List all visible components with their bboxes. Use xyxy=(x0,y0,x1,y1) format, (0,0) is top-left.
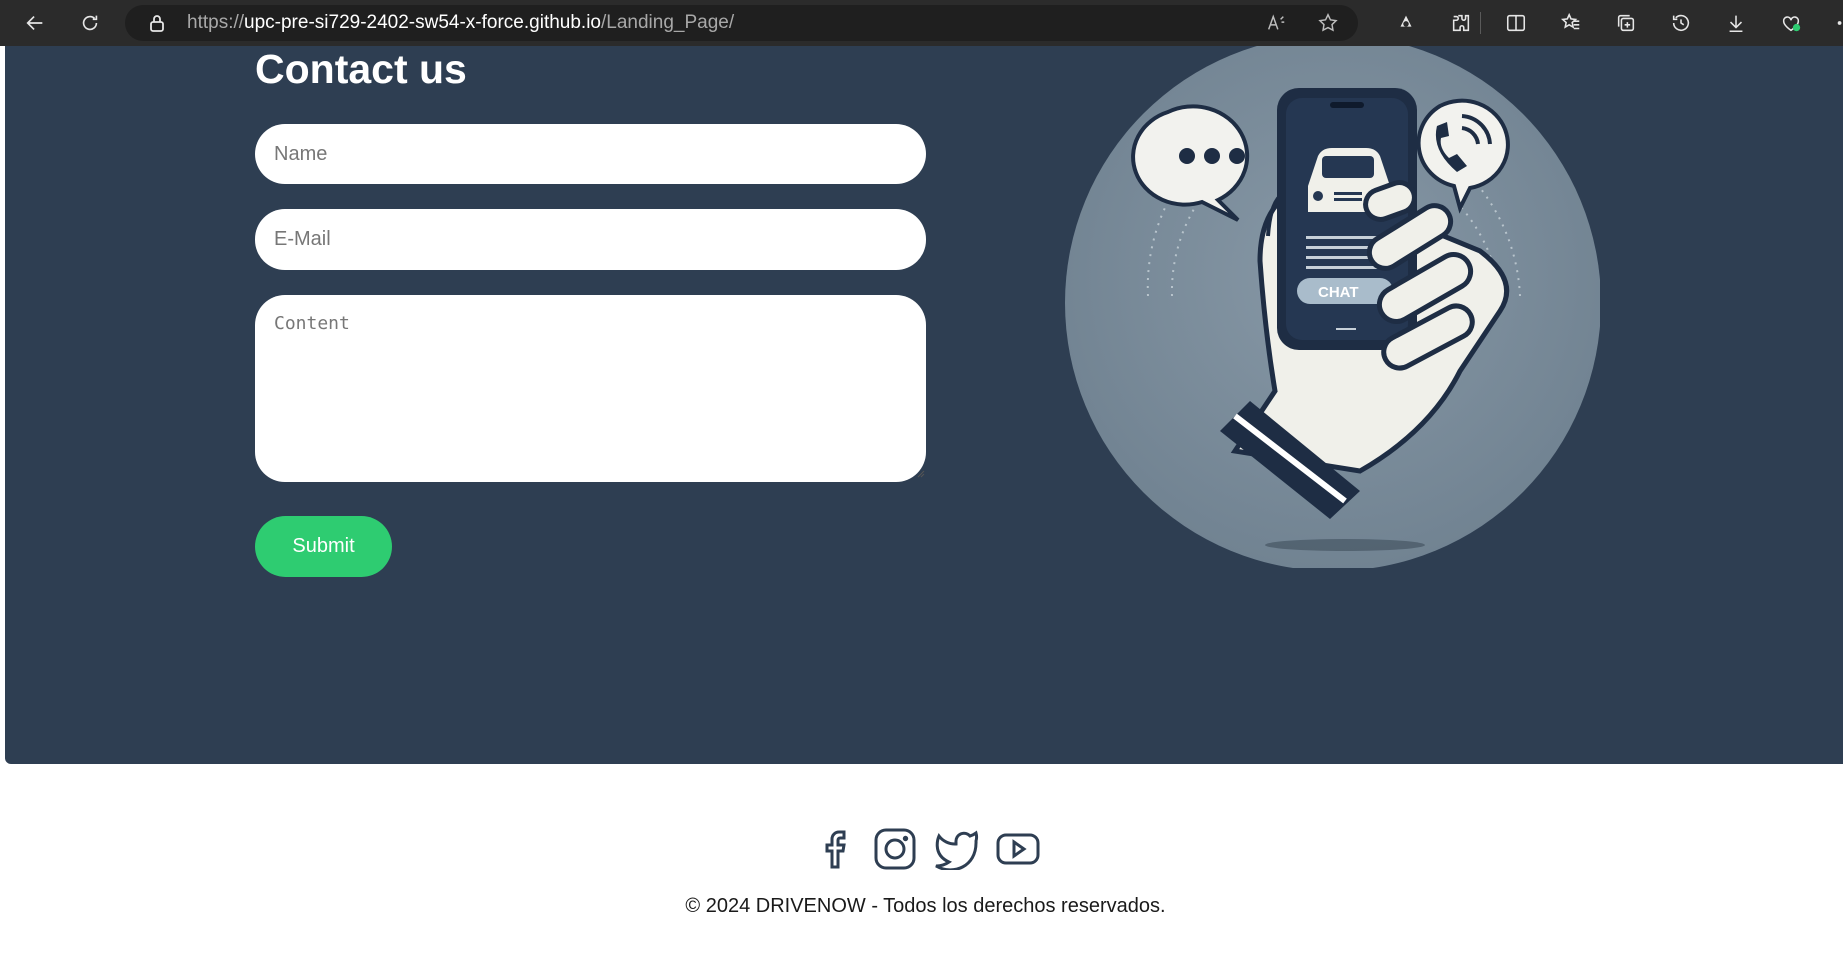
reload-icon[interactable] xyxy=(72,5,108,41)
downloads-icon[interactable] xyxy=(1708,9,1763,37)
chat-label: CHAT xyxy=(1318,284,1359,301)
email-input[interactable] xyxy=(255,209,926,270)
split-screen-icon[interactable] xyxy=(1488,9,1543,37)
read-aloud-icon[interactable] xyxy=(1264,11,1288,35)
toolbar-divider xyxy=(1480,12,1481,34)
browser-essentials-icon[interactable] xyxy=(1763,9,1818,37)
contact-title: Contact us xyxy=(255,46,467,92)
more-options-icon[interactable] xyxy=(1818,9,1843,37)
footer: © 2024 DRIVENOW - Todos los derechos res… xyxy=(0,764,1843,962)
lock-icon[interactable] xyxy=(147,13,167,33)
favorite-star-icon[interactable] xyxy=(1316,11,1340,35)
extension-shield-icon[interactable] xyxy=(1378,9,1433,37)
address-bar[interactable]: https://upc-pre-si729-2402-sw54-x-force.… xyxy=(125,5,1358,41)
back-icon[interactable] xyxy=(17,5,53,41)
favorites-icon[interactable] xyxy=(1543,9,1598,37)
facebook-icon[interactable] xyxy=(820,826,858,872)
social-links xyxy=(820,826,1042,872)
submit-button[interactable]: Submit xyxy=(255,516,392,577)
twitter-icon[interactable] xyxy=(932,826,980,872)
browser-toolbar: https://upc-pre-si729-2402-sw54-x-force.… xyxy=(0,0,1843,46)
contact-illustration: CHAT xyxy=(1065,46,1600,568)
contact-section: Contact us Submit xyxy=(5,46,1843,764)
url-text[interactable]: https://upc-pre-si729-2402-sw54-x-force.… xyxy=(187,12,734,34)
name-input[interactable] xyxy=(255,124,926,184)
history-icon[interactable] xyxy=(1653,9,1708,37)
resize-handle-icon[interactable] xyxy=(917,470,925,478)
content-textarea[interactable] xyxy=(255,295,926,482)
copyright-text: © 2024 DRIVENOW - Todos los derechos res… xyxy=(685,895,1166,917)
youtube-icon[interactable] xyxy=(994,826,1042,872)
collections-icon[interactable] xyxy=(1598,9,1653,37)
instagram-icon[interactable] xyxy=(872,826,918,872)
